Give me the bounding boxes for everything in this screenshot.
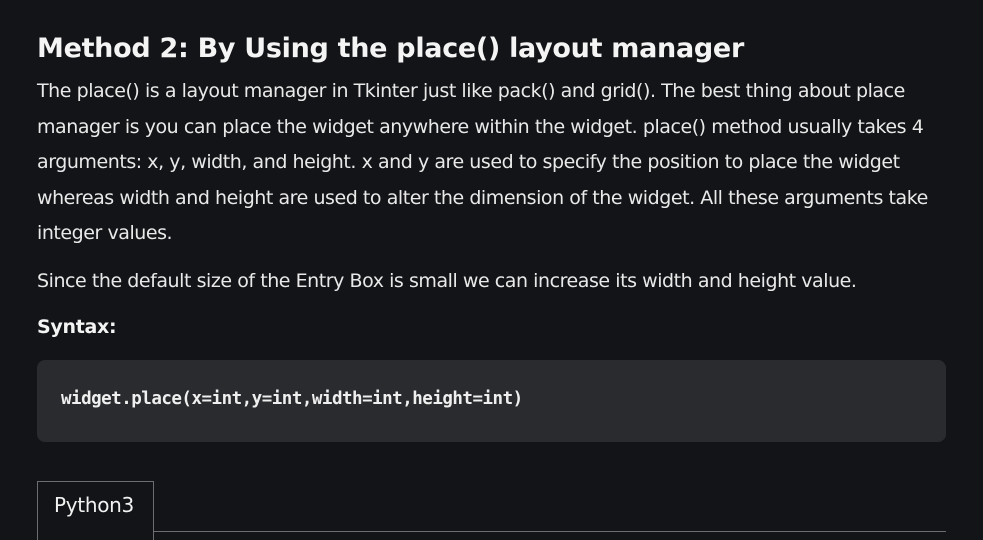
entry-size-paragraph: Since the default size of the Entry Box … [37, 269, 857, 292]
syntax-code: widget.place(x=int,y=int,width=int,heigh… [61, 388, 523, 409]
description-paragraph: The place() is a layout manager in Tkint… [37, 80, 928, 245]
article-content: Method 2: By Using the place() layout ma… [37, 24, 947, 442]
tab-python3-label: Python3 [54, 493, 134, 517]
tab-divider [153, 531, 946, 532]
section-heading: Method 2: By Using the place() layout ma… [37, 33, 744, 64]
syntax-label: Syntax: [37, 315, 117, 338]
syntax-code-block: widget.place(x=int,y=int,width=int,heigh… [37, 359, 946, 442]
tab-python3[interactable]: Python3 [37, 481, 154, 540]
code-language-tabs: Python3 [37, 481, 946, 540]
